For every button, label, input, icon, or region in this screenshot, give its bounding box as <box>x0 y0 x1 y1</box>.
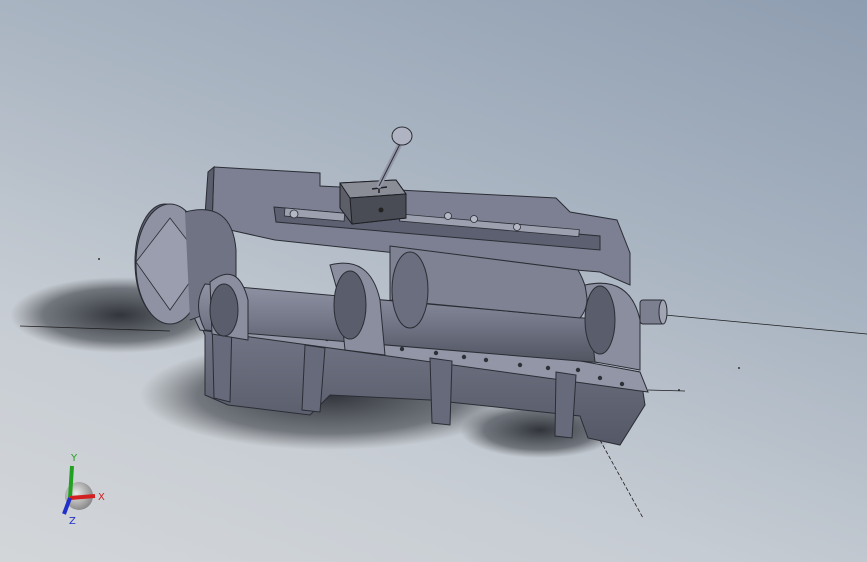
x-axis-arrow <box>69 494 96 500</box>
shifter-assembly[interactable] <box>339 179 407 225</box>
y-axis-label: Y <box>70 453 78 464</box>
z-axis-arrow <box>62 497 72 515</box>
shift-lever[interactable] <box>376 126 413 189</box>
y-axis-arrow <box>68 465 74 499</box>
reference-triad[interactable]: Y X Z <box>62 453 105 527</box>
graphics-viewport[interactable]: Y X Z <box>0 0 867 562</box>
output-shaft[interactable] <box>639 299 668 325</box>
model-scene[interactable]: Y X Z <box>0 0 867 562</box>
gearbox-model[interactable] <box>134 126 668 446</box>
z-axis-label: Z <box>69 516 76 527</box>
x-axis-label: X <box>98 492 105 503</box>
